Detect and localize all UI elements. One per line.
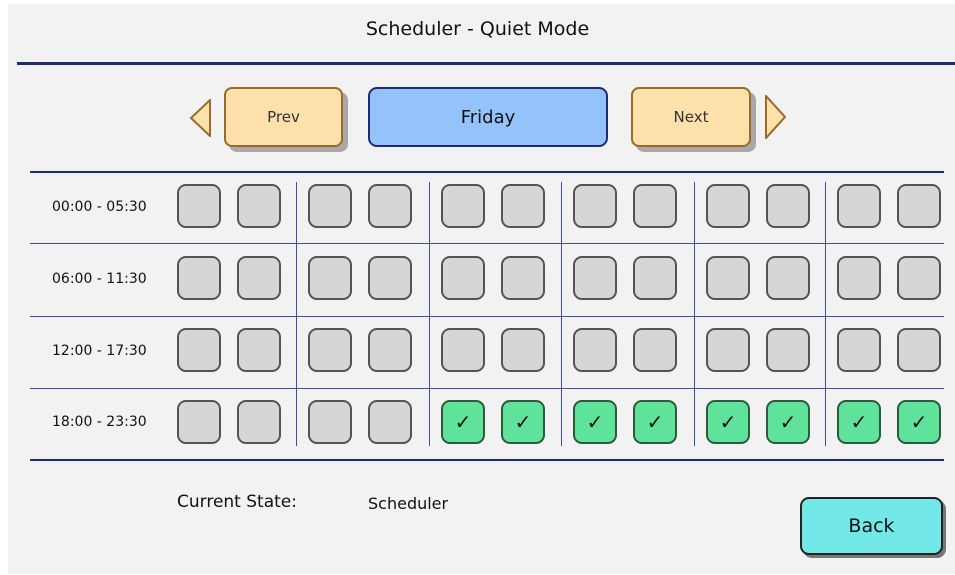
schedule-slot[interactable] xyxy=(237,400,281,444)
next-arrow-icon[interactable] xyxy=(765,95,787,139)
schedule-slot[interactable] xyxy=(897,184,941,228)
schedule-slot[interactable] xyxy=(633,328,677,372)
schedule-slot[interactable] xyxy=(177,328,221,372)
schedule-slot[interactable] xyxy=(368,184,412,228)
schedule-slot[interactable] xyxy=(177,184,221,228)
schedule-slot[interactable]: ✓ xyxy=(633,400,677,444)
checkmark-icon: ✓ xyxy=(454,410,472,434)
schedule-slot[interactable] xyxy=(308,400,352,444)
schedule-slot[interactable] xyxy=(573,328,617,372)
time-label: 18:00 - 23:30 xyxy=(52,414,147,430)
schedule-slot[interactable] xyxy=(501,328,545,372)
schedule-slot[interactable] xyxy=(441,256,485,300)
schedule-slot[interactable] xyxy=(368,328,412,372)
schedule-slot[interactable]: ✓ xyxy=(441,400,485,444)
schedule-slot[interactable]: ✓ xyxy=(766,400,810,444)
schedule-slot[interactable] xyxy=(573,184,617,228)
column-divider xyxy=(694,182,695,446)
checkmark-icon: ✓ xyxy=(779,410,797,434)
schedule-slot[interactable] xyxy=(441,184,485,228)
schedule-slot[interactable] xyxy=(368,256,412,300)
schedule-slot[interactable] xyxy=(766,184,810,228)
checkmark-icon: ✓ xyxy=(850,410,868,434)
schedule-slot[interactable] xyxy=(573,256,617,300)
checkmark-icon: ✓ xyxy=(646,410,664,434)
schedule-slot[interactable] xyxy=(501,256,545,300)
time-label: 06:00 - 11:30 xyxy=(52,271,147,287)
schedule-slot[interactable] xyxy=(237,184,281,228)
current-state-value: Scheduler xyxy=(368,494,449,513)
checkmark-icon: ✓ xyxy=(719,410,737,434)
schedule-slot[interactable] xyxy=(237,256,281,300)
current-day: Friday xyxy=(368,87,608,147)
schedule-slot[interactable] xyxy=(633,184,677,228)
schedule-slot[interactable]: ✓ xyxy=(573,400,617,444)
column-divider xyxy=(429,182,430,446)
schedule-slot[interactable] xyxy=(308,328,352,372)
schedule-slot[interactable] xyxy=(237,328,281,372)
time-label: 00:00 - 05:30 xyxy=(52,199,147,215)
checkmark-icon: ✓ xyxy=(514,410,532,434)
grid-top-divider xyxy=(30,171,944,173)
schedule-slot[interactable] xyxy=(177,400,221,444)
title-divider xyxy=(17,62,955,65)
back-button[interactable]: Back xyxy=(800,497,943,555)
schedule-slot[interactable] xyxy=(368,400,412,444)
column-divider xyxy=(296,182,297,446)
column-divider xyxy=(825,182,826,446)
schedule-slot[interactable]: ✓ xyxy=(706,400,750,444)
column-divider xyxy=(561,182,562,446)
schedule-slot[interactable] xyxy=(837,184,881,228)
time-label: 12:00 - 17:30 xyxy=(52,343,147,359)
schedule-slot[interactable] xyxy=(897,328,941,372)
current-state-label: Current State: xyxy=(177,492,297,512)
schedule-slot[interactable] xyxy=(308,256,352,300)
schedule-slot[interactable] xyxy=(897,256,941,300)
schedule-slot[interactable] xyxy=(766,328,810,372)
prev-arrow-icon[interactable] xyxy=(189,99,211,137)
schedule-slot[interactable] xyxy=(837,256,881,300)
page-title: Scheduler - Quiet Mode xyxy=(365,18,590,40)
row-divider xyxy=(30,243,944,244)
schedule-slot[interactable] xyxy=(837,328,881,372)
schedule-slot[interactable] xyxy=(766,256,810,300)
schedule-slot[interactable]: ✓ xyxy=(501,400,545,444)
schedule-slot[interactable]: ✓ xyxy=(837,400,881,444)
schedule-slot[interactable] xyxy=(706,328,750,372)
row-divider xyxy=(30,388,944,389)
schedule-slot[interactable] xyxy=(706,184,750,228)
prev-button[interactable]: Prev xyxy=(224,87,343,147)
checkmark-icon: ✓ xyxy=(586,410,604,434)
row-divider xyxy=(30,316,944,317)
schedule-slot[interactable] xyxy=(441,328,485,372)
schedule-slot[interactable] xyxy=(308,184,352,228)
grid-bottom-divider xyxy=(30,459,944,461)
checkmark-icon: ✓ xyxy=(910,410,928,434)
schedule-slot[interactable]: ✓ xyxy=(897,400,941,444)
schedule-slot[interactable] xyxy=(177,256,221,300)
schedule-slot[interactable] xyxy=(633,256,677,300)
schedule-slot[interactable] xyxy=(501,184,545,228)
next-button[interactable]: Next xyxy=(631,87,751,147)
schedule-slot[interactable] xyxy=(706,256,750,300)
